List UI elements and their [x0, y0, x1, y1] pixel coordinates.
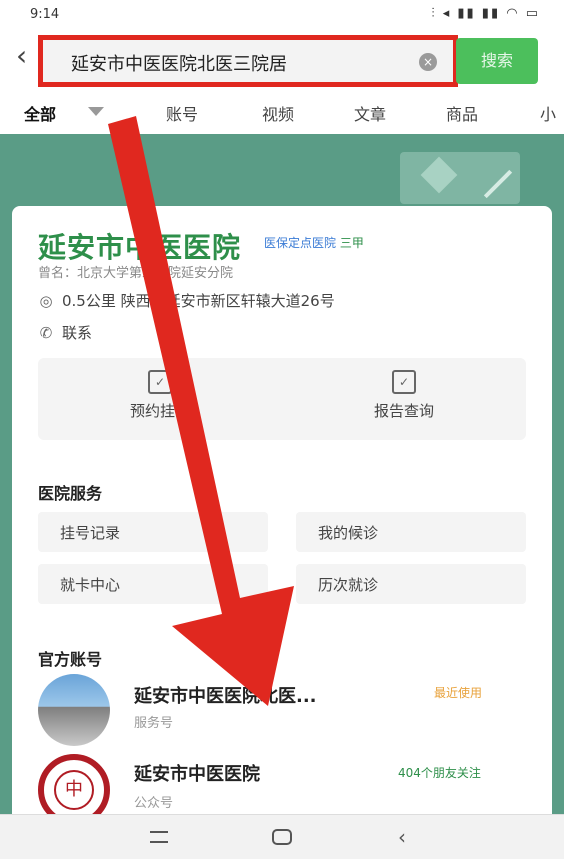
- diamond-icon: [420, 156, 458, 194]
- location-icon: ◎: [39, 292, 53, 310]
- tab-more[interactable]: 小: [540, 101, 556, 125]
- services-title: 医院服务: [38, 484, 103, 503]
- menu-icon[interactable]: [150, 831, 168, 843]
- report-icon: ✓: [392, 370, 416, 394]
- tab-products[interactable]: 商品: [446, 101, 478, 125]
- back-nav-icon[interactable]: ‹: [398, 825, 406, 849]
- account-name: 延安市中医医院北医...: [134, 686, 317, 707]
- contact-label: 联系: [62, 324, 93, 342]
- back-icon[interactable]: ‹: [16, 42, 27, 70]
- contact-button[interactable]: ✆ 联系: [38, 322, 92, 343]
- account-row[interactable]: 延安市中医医院北医... 服务号 最近使用: [12, 670, 552, 750]
- status-time: 9:14: [30, 7, 60, 22]
- level-badge: 三甲: [339, 236, 364, 250]
- service-item[interactable]: 就卡中心: [38, 564, 268, 604]
- account-type: 服务号: [134, 716, 174, 731]
- phone-icon: ✆: [39, 324, 53, 342]
- hospital-alias: 曾名：北京大学第三医院延安分院: [38, 266, 234, 281]
- account-name: 延安市中医医院: [134, 764, 260, 785]
- hospital-logo-icon: 中: [54, 770, 94, 810]
- chevron-down-icon[interactable]: [88, 107, 104, 116]
- avatar: [38, 674, 110, 746]
- tab-videos[interactable]: 视频: [262, 101, 294, 125]
- hospital-card: 延安市中医医院 医保定点医院 三甲 曾名：北京大学第三医院延安分院 ◎ 0.5公里…: [12, 206, 552, 826]
- hospital-name[interactable]: 延安市中医医院: [38, 226, 241, 266]
- tab-bar: 全部 账号 视频 文章 商品 小: [0, 95, 564, 131]
- tab-articles[interactable]: 文章: [354, 101, 386, 125]
- pen-icon: [483, 169, 513, 199]
- hospital-badges: 医保定点医院 三甲: [264, 234, 364, 251]
- search-button[interactable]: 搜索: [456, 38, 538, 84]
- close-icon[interactable]: ×: [419, 53, 437, 71]
- report-label: 报告查询: [373, 402, 434, 420]
- service-label: 我的候诊: [318, 524, 379, 542]
- calendar-icon: ✓: [148, 370, 172, 394]
- hospital-address[interactable]: ◎ 0.5公里 陕西省延安市新区轩辕大道26号: [38, 290, 335, 311]
- account-tag: 最近使用: [434, 686, 483, 700]
- service-label: 挂号记录: [60, 524, 121, 542]
- account-type: 公众号: [134, 796, 174, 811]
- account-tag: 404个朋友关注: [398, 766, 481, 780]
- service-item[interactable]: 历次就诊: [296, 564, 526, 604]
- search-input[interactable]: 延安市中医医院北医三院居 ×: [38, 35, 458, 87]
- status-bar: 9:14 ⫶ ◂ ▮▮ ▮▮ ◠ ▭: [0, 0, 564, 30]
- tab-all[interactable]: 全部: [24, 101, 56, 125]
- clipboard-icon: [400, 152, 520, 204]
- address-text: 陕西省延安市新区轩辕大道26号: [120, 292, 335, 310]
- distance: 0.5公里: [62, 292, 116, 310]
- quick-actions: ✓ 预约挂号 ✓ 报告查询: [38, 358, 526, 440]
- service-item[interactable]: 我的候诊: [296, 512, 526, 552]
- service-item[interactable]: 挂号记录: [38, 512, 268, 552]
- insurance-badge: 医保定点医院: [264, 236, 337, 250]
- report-button[interactable]: ✓ 报告查询: [282, 370, 526, 421]
- appointment-button[interactable]: ✓ 预约挂号: [38, 370, 282, 421]
- tab-accounts[interactable]: 账号: [166, 101, 198, 125]
- service-label: 历次就诊: [318, 576, 379, 594]
- official-accounts-title: 官方账号: [38, 650, 103, 669]
- home-icon[interactable]: [272, 829, 292, 845]
- status-icons: ⫶ ◂ ▮▮ ▮▮ ◠ ▭: [431, 6, 540, 21]
- search-query: 延安市中医医院北医三院居: [71, 54, 287, 75]
- service-label: 就卡中心: [60, 576, 121, 594]
- navigation-bar: ‹: [0, 814, 564, 859]
- appointment-label: 预约挂号: [129, 402, 190, 420]
